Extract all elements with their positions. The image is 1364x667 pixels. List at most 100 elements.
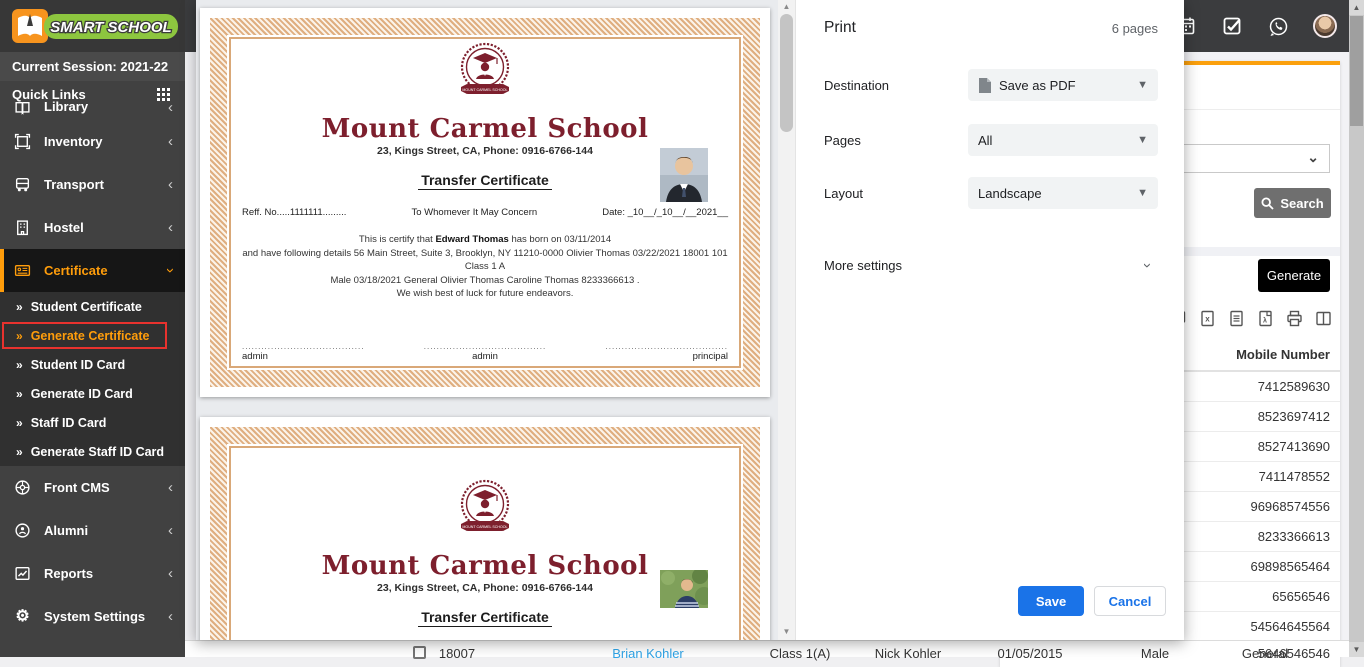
search-button[interactable]: Search <box>1254 188 1331 218</box>
print-preview-pane: MOUNT CARMEL SCHOOL Mount Carmel School … <box>196 0 778 640</box>
school-address: 23, Kings Street, CA, Phone: 0916-6766-1… <box>240 145 730 157</box>
sidebar-item-transport[interactable]: Transport ‹ <box>0 163 185 206</box>
scroll-up-icon[interactable]: ▲ <box>778 2 795 11</box>
task-check-icon[interactable] <box>1221 15 1243 37</box>
cancel-button[interactable]: Cancel <box>1094 586 1166 616</box>
sidebar-item-generate-staff-id-card[interactable]: »Generate Staff ID Card <box>0 437 185 466</box>
settings-gear-icon: ⚙ <box>14 608 31 625</box>
chevron-left-icon: ‹ <box>168 608 173 625</box>
print-settings-pane: Print 6 pages Destination Save as PDF ▼ … <box>795 0 1184 640</box>
dob-cell: 01/05/2015 <box>997 646 1062 661</box>
signature-block: ......................................pr… <box>606 342 728 362</box>
user-avatar[interactable] <box>1313 14 1337 38</box>
generate-button[interactable]: Generate <box>1258 259 1330 292</box>
student-name-link[interactable]: Brian Kohler <box>612 646 684 661</box>
school-address: 23, Kings Street, CA, Phone: 0916-6766-1… <box>240 582 730 594</box>
certificate-page-1: MOUNT CARMEL SCHOOL Mount Carmel School … <box>200 8 770 397</box>
concern-line: To Whomever It May Concern <box>412 207 538 218</box>
chevron-left-icon: ‹ <box>168 219 173 236</box>
row-checkbox[interactable] <box>413 646 426 659</box>
column-visibility-icon[interactable] <box>1315 310 1332 327</box>
father-name-cell: Nick Kohler <box>875 646 941 661</box>
sidebar-item-generate-id-card[interactable]: »Generate ID Card <box>0 379 185 408</box>
signature-block: ......................................ad… <box>424 342 546 362</box>
scroll-down-icon[interactable]: ▼ <box>1349 642 1364 657</box>
search-button-label: Search <box>1280 196 1323 211</box>
chevron-left-icon: ‹ <box>168 176 173 193</box>
student-photo <box>660 148 708 202</box>
pages-label: Pages <box>824 133 861 148</box>
double-arrow-icon: » <box>16 416 23 430</box>
layout-dropdown[interactable]: Landscape ▼ <box>968 177 1158 209</box>
double-arrow-icon: » <box>16 358 23 372</box>
double-arrow-icon: » <box>16 300 23 314</box>
scroll-up-icon[interactable]: ▲ <box>1349 0 1364 15</box>
pages-dropdown[interactable]: All ▼ <box>968 124 1158 156</box>
certificate-icon <box>14 262 31 279</box>
destination-label: Destination <box>824 78 889 93</box>
student-name: Edward Thomas <box>435 234 508 245</box>
pages-value: All <box>978 133 992 148</box>
school-name: Mount Carmel School <box>240 551 730 581</box>
preview-scrollbar[interactable]: ▲ ▼ <box>778 0 795 640</box>
mobile-number-column-header: Mobile Number <box>1236 347 1330 362</box>
scrollbar-thumb[interactable] <box>780 14 793 132</box>
page-count: 6 pages <box>1112 21 1158 36</box>
search-icon <box>1261 197 1274 210</box>
table-row: 18007 Brian Kohler Class 1(A) Nick Kohle… <box>185 640 1349 657</box>
sidebar-item-inventory[interactable]: Inventory ‹ <box>0 120 185 163</box>
svg-text:MOUNT CARMEL SCHOOL: MOUNT CARMEL SCHOOL <box>462 525 507 529</box>
certificate-submenu: »Student Certificate »Generate Certifica… <box>0 292 185 466</box>
window-scrollbar[interactable]: ▲ ▼ <box>1349 0 1364 657</box>
highlight-box <box>2 322 167 349</box>
sidebar-item-certificate[interactable]: Certificate › <box>0 249 185 292</box>
scrollbar-thumb[interactable] <box>1350 16 1363 126</box>
sidebar-item-reports[interactable]: Reports ‹ <box>0 552 185 595</box>
sidebar-item-library[interactable]: Library ‹ <box>0 99 185 120</box>
pdf-file-icon <box>978 78 991 93</box>
destination-dropdown[interactable]: Save as PDF ▼ <box>968 69 1158 101</box>
certificate-title: Transfer Certificate <box>418 609 552 627</box>
date-line: Date: _10__/_10__/__2021__ <box>602 207 728 218</box>
front-cms-icon <box>14 479 31 496</box>
generate-button-label: Generate <box>1267 268 1321 283</box>
chevron-left-icon: ‹ <box>168 99 173 116</box>
hostel-icon <box>14 219 31 236</box>
double-arrow-icon: » <box>16 387 23 401</box>
reports-icon <box>14 565 31 582</box>
chevron-left-icon: ‹ <box>168 133 173 150</box>
app-logo[interactable]: SMART SCHOOL <box>0 0 185 52</box>
sidebar-item-student-id-card[interactable]: »Student ID Card <box>0 350 185 379</box>
signature-block: ......................................ad… <box>242 342 364 362</box>
more-settings-toggle[interactable]: More settings › <box>824 252 1150 278</box>
scroll-down-icon[interactable]: ▼ <box>778 627 795 636</box>
sidebar-item-front-cms[interactable]: Front CMS ‹ <box>0 466 185 509</box>
svg-text:MOUNT CARMEL SCHOOL: MOUNT CARMEL SCHOOL <box>462 88 507 92</box>
sidebar-item-hostel[interactable]: Hostel ‹ <box>0 206 185 249</box>
sidebar-item-alumni[interactable]: Alumni ‹ <box>0 509 185 552</box>
double-arrow-icon: » <box>16 445 23 459</box>
chevron-left-icon: ‹ <box>168 565 173 582</box>
dropdown-arrow-icon: ▼ <box>1137 187 1148 199</box>
school-emblem: MOUNT CARMEL SCHOOL <box>453 478 517 544</box>
print-icon[interactable] <box>1286 310 1303 327</box>
chevron-down-icon: ⌄ <box>1307 149 1319 166</box>
sidebar-item-system-settings[interactable]: ⚙ System Settings ‹ <box>0 595 185 638</box>
save-button[interactable]: Save <box>1018 586 1084 616</box>
whatsapp-icon[interactable] <box>1267 15 1289 37</box>
inventory-icon <box>14 133 31 150</box>
sidebar-item-generate-certificate[interactable]: »Generate Certificate <box>0 321 185 350</box>
chevron-left-icon: ‹ <box>168 522 173 539</box>
excel-export-icon[interactable]: x <box>1199 310 1216 327</box>
sidebar: SMART SCHOOL Current Session: 2021-22 Qu… <box>0 0 185 657</box>
school-emblem: MOUNT CARMEL SCHOOL <box>453 41 517 107</box>
certificate-body: This is certify that Edward Thomas has b… <box>240 233 730 301</box>
csv-export-icon[interactable] <box>1228 310 1245 327</box>
destination-value: Save as PDF <box>999 78 1076 93</box>
current-session-label: Current Session: 2021-22 <box>0 52 185 81</box>
sidebar-item-staff-id-card[interactable]: »Staff ID Card <box>0 408 185 437</box>
sidebar-item-student-certificate[interactable]: »Student Certificate <box>0 292 185 321</box>
grid-icon <box>157 88 160 91</box>
pdf-export-icon[interactable]: λ <box>1257 310 1274 327</box>
mobile-cell: 5646546546 <box>1258 646 1330 661</box>
